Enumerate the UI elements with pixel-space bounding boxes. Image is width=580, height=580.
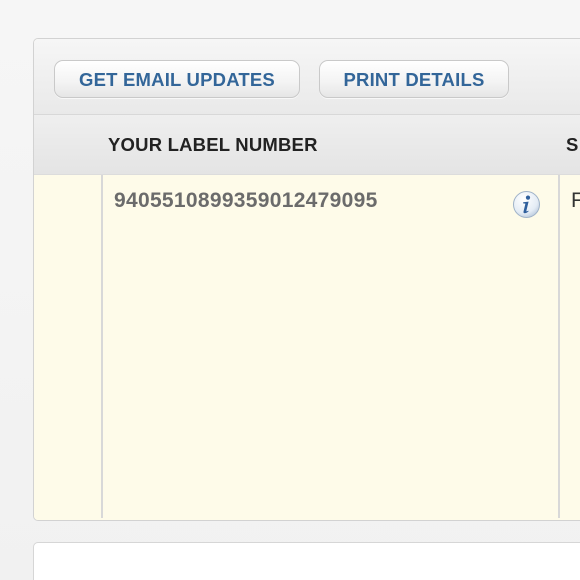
secondary-panel [33,542,580,580]
print-details-button[interactable]: PRINT DETAILS [319,60,509,98]
tracking-panel: GET EMAIL UPDATES PRINT DETAILS YOUR LAB… [33,38,580,521]
column-divider [101,175,103,518]
next-column-value: F [571,189,580,213]
page-background: GET EMAIL UPDATES PRINT DETAILS YOUR LAB… [0,0,580,580]
column-divider [558,175,560,518]
column-header-next: S [566,134,579,155]
table-row: 9405510899359012479095 F [34,175,580,520]
column-header-label-number: YOUR LABEL NUMBER [108,134,318,155]
table-header: YOUR LABEL NUMBER S [34,115,580,175]
toolbar: GET EMAIL UPDATES PRINT DETAILS [34,39,580,115]
label-number-value: 9405510899359012479095 [114,189,378,212]
get-email-updates-button[interactable]: GET EMAIL UPDATES [54,60,300,98]
info-icon[interactable] [512,190,541,219]
